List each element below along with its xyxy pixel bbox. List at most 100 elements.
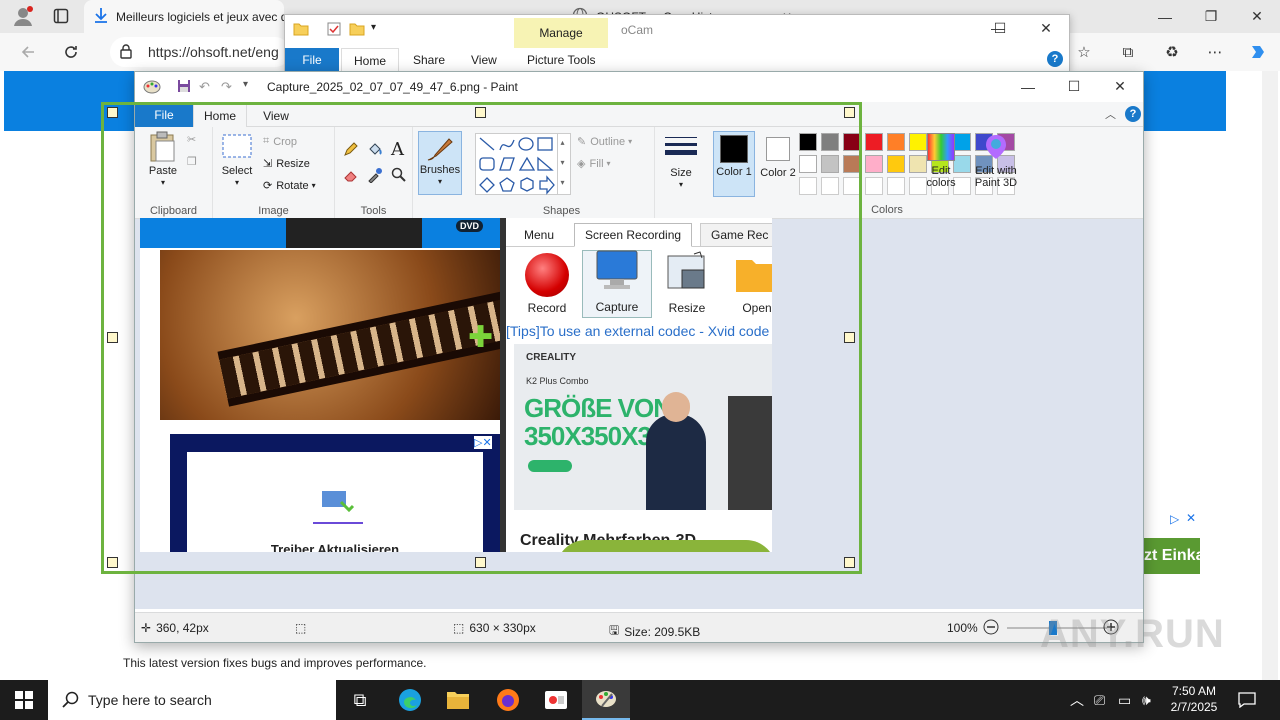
brushes-button[interactable]: Brushes ▾ xyxy=(418,131,462,195)
paint-home-tab[interactable]: Home xyxy=(193,104,247,127)
explorer-share-tab[interactable]: Share xyxy=(401,48,457,72)
taskbar-search[interactable]: Type here to search xyxy=(48,680,336,720)
edit-colors-button[interactable]: Edit colors xyxy=(923,133,959,189)
properties-icon[interactable] xyxy=(327,22,341,39)
select-button[interactable]: Select ▾ xyxy=(219,133,255,189)
browser-restore-button[interactable]: ❐ xyxy=(1188,0,1234,33)
paint-taskbar-icon[interactable] xyxy=(582,680,630,720)
resize-button[interactable]: ⇲ Resize xyxy=(263,157,310,171)
palette-color-swatch[interactable] xyxy=(865,155,883,173)
color-picker-icon[interactable] xyxy=(367,167,383,183)
quick-access-dropdown-icon[interactable]: ▾ xyxy=(371,22,376,33)
color2-button[interactable]: Color 2 xyxy=(759,131,797,197)
paint3d-button[interactable]: Edit with Paint 3D xyxy=(967,133,1025,189)
tab-actions-icon[interactable] xyxy=(46,1,76,31)
palette-color-swatch[interactable] xyxy=(843,133,861,151)
paint-file-tab[interactable]: File xyxy=(135,102,193,127)
palette-color-swatch[interactable] xyxy=(821,155,839,173)
fill-button[interactable]: ◈ Fill ▾ xyxy=(577,157,611,171)
explorer-view-tab[interactable]: View xyxy=(459,48,509,72)
show-hidden-icons[interactable]: ︿ xyxy=(1070,680,1084,720)
palette-color-swatch[interactable] xyxy=(799,133,817,151)
explorer-home-tab[interactable]: Home xyxy=(341,48,400,72)
paint-maximize-button[interactable]: ☐ xyxy=(1051,70,1097,103)
refresh-icon[interactable] xyxy=(56,37,86,67)
extensions-icon[interactable]: ♻ xyxy=(1157,37,1187,67)
file-explorer-icon[interactable] xyxy=(434,680,482,720)
copy-icon[interactable]: ❐ xyxy=(187,155,197,168)
size-button[interactable]: Size ▾ xyxy=(663,135,699,191)
resize-handle[interactable] xyxy=(844,332,855,343)
eraser-icon[interactable] xyxy=(343,167,359,183)
profile-avatar-icon[interactable] xyxy=(8,1,38,31)
webpage-ad[interactable]: ▷ ✕ zt Einka xyxy=(1144,510,1200,600)
explorer-close-button[interactable]: ✕ xyxy=(1023,13,1069,43)
adchoices-icon[interactable]: ▷ xyxy=(1170,512,1179,526)
magnifier-icon[interactable] xyxy=(391,167,407,183)
network-icon[interactable]: ⎚ xyxy=(1094,680,1105,720)
paint-minimize-button[interactable]: — xyxy=(1005,70,1051,103)
resize-handle[interactable] xyxy=(475,557,486,568)
start-button[interactable] xyxy=(0,680,48,720)
url-field[interactable]: https://ohsoft.net/eng xyxy=(110,37,290,67)
ocam-taskbar-icon[interactable] xyxy=(532,680,580,720)
palette-color-swatch[interactable] xyxy=(843,155,861,173)
resize-handle[interactable] xyxy=(844,557,855,568)
favorites-icon[interactable]: ☆ xyxy=(1069,37,1099,67)
back-icon[interactable] xyxy=(13,37,43,67)
ad-close-icon[interactable]: ✕ xyxy=(1186,511,1196,525)
palette-custom-slot[interactable] xyxy=(865,177,883,195)
resize-handle[interactable] xyxy=(107,332,118,343)
captured-image[interactable]: DVD ✚ ▷✕ Treiber Aktualisieren Menu Scre… xyxy=(140,218,772,552)
explorer-maximize-icon[interactable]: ☐ xyxy=(977,13,1023,43)
ribbon-collapse-icon[interactable]: ︿ xyxy=(1105,106,1116,122)
resize-handle[interactable] xyxy=(107,557,118,568)
ad-banner-text[interactable]: zt Einka xyxy=(1144,538,1200,574)
clock[interactable]: 7:50 AM 2/7/2025 xyxy=(1166,683,1222,715)
palette-color-swatch[interactable] xyxy=(887,155,905,173)
browser-tab-1[interactable]: Meilleurs logiciels et jeux avec d xyxy=(84,0,284,33)
copilot-icon[interactable] xyxy=(1243,37,1273,67)
cut-icon[interactable]: ✂ xyxy=(187,133,196,146)
resize-handle[interactable] xyxy=(107,107,118,118)
palette-custom-slot[interactable] xyxy=(843,177,861,195)
resize-handle[interactable] xyxy=(475,107,486,118)
paint-help-icon[interactable]: ? xyxy=(1125,106,1141,122)
fill-bucket-icon[interactable] xyxy=(367,141,383,157)
color1-button[interactable]: Color 1 xyxy=(713,131,755,197)
rotate-button[interactable]: ⟳ Rotate ▾ xyxy=(263,179,316,193)
manage-tab[interactable]: Manage xyxy=(514,18,608,48)
resize-handle[interactable] xyxy=(844,107,855,118)
paint-view-tab[interactable]: View xyxy=(249,104,303,127)
browser-close-button[interactable]: ✕ xyxy=(1234,0,1280,33)
customize-toolbar-icon[interactable]: ▾ xyxy=(243,79,248,90)
shapes-scroll[interactable]: ▴ ▾ ▾ xyxy=(557,133,567,195)
palette-color-swatch[interactable] xyxy=(887,133,905,151)
firefox-icon[interactable] xyxy=(484,680,532,720)
paste-button[interactable]: Paste ▾ xyxy=(145,131,181,189)
save-icon[interactable] xyxy=(177,79,191,96)
browser-minimize-button[interactable]: — xyxy=(1142,0,1188,33)
notifications-icon[interactable] xyxy=(1238,680,1256,720)
explorer-file-tab[interactable]: File xyxy=(285,48,339,72)
edge-icon[interactable] xyxy=(386,680,434,720)
display-icon[interactable]: ▭ xyxy=(1118,680,1131,720)
new-folder-icon[interactable] xyxy=(349,22,365,39)
palette-color-swatch[interactable] xyxy=(821,133,839,151)
zoom-out-icon[interactable] xyxy=(983,619,999,635)
task-view-icon[interactable]: ⧉ xyxy=(336,680,384,720)
paint-close-button[interactable]: ✕ xyxy=(1097,70,1143,103)
explorer-help-icon[interactable]: ? xyxy=(1047,51,1063,67)
undo-icon[interactable]: ↶ xyxy=(199,79,210,95)
palette-color-swatch[interactable] xyxy=(799,155,817,173)
palette-custom-slot[interactable] xyxy=(887,177,905,195)
crop-button[interactable]: ⌗ Crop xyxy=(263,135,297,148)
explorer-picture-tools-tab[interactable]: Picture Tools xyxy=(515,48,607,72)
redo-icon[interactable]: ↷ xyxy=(221,79,232,95)
collections-icon[interactable]: ⧉ xyxy=(1113,37,1143,67)
more-menu-icon[interactable]: ⋯ xyxy=(1200,37,1230,67)
volume-icon[interactable]: 🕪 xyxy=(1142,680,1151,720)
page-scrollbar[interactable] xyxy=(1262,71,1278,680)
palette-color-swatch[interactable] xyxy=(865,133,883,151)
text-tool-icon[interactable]: A xyxy=(391,139,404,160)
